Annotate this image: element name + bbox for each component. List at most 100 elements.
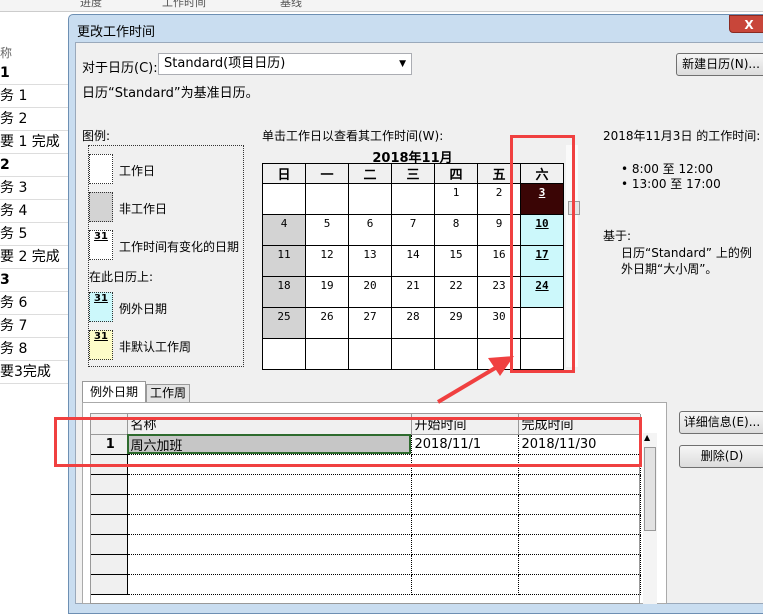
finish-date[interactable] xyxy=(518,554,641,575)
calendar-day[interactable]: 18 xyxy=(262,276,306,308)
time-range: 8:00 至 12:00 xyxy=(631,162,714,176)
bg-task-row: 要 2 完成 xyxy=(0,246,70,269)
highlight-exception-row xyxy=(54,417,642,467)
calendar-day[interactable]: 25 xyxy=(262,307,306,339)
calendar-day[interactable] xyxy=(262,338,306,370)
calendar-select[interactable]: Standard(项目日历) ▼ xyxy=(158,53,412,75)
table-row[interactable] xyxy=(91,534,641,555)
calendar-day[interactable] xyxy=(305,183,349,215)
bg-col-name: 称 xyxy=(0,46,13,60)
bg-task-row: 务 1 xyxy=(0,85,70,108)
table-row[interactable] xyxy=(91,474,641,495)
tab-work-weeks[interactable]: 工作周 xyxy=(146,384,190,403)
calendar-day[interactable]: 4 xyxy=(262,214,306,246)
start-date[interactable] xyxy=(411,534,519,555)
bg-task-row: 1 xyxy=(0,62,70,85)
calendar-day[interactable] xyxy=(305,338,349,370)
bg-task-row: 务 6 xyxy=(0,292,70,315)
finish-date[interactable] xyxy=(518,534,641,555)
calendar-day[interactable]: 22 xyxy=(434,276,478,308)
calendar-day[interactable]: 8 xyxy=(434,214,478,246)
close-button[interactable]: X xyxy=(729,15,763,33)
new-calendar-button[interactable]: 新建日历(N)... xyxy=(676,53,763,76)
scroll-up-icon[interactable]: ▲ xyxy=(644,433,650,442)
legend-nondefault-swatch: 31 xyxy=(89,330,113,360)
legend-exception-swatch: 31 xyxy=(89,292,113,322)
calendar-day[interactable]: 26 xyxy=(305,307,349,339)
bg-task-row: 要3完成 xyxy=(0,361,70,384)
calendar-day[interactable]: 6 xyxy=(348,214,392,246)
start-date[interactable] xyxy=(411,494,519,515)
legend-changed-swatch: 31 xyxy=(89,230,113,260)
bg-col-baseline: 基线 xyxy=(280,0,302,9)
weekday-header: 四 xyxy=(434,163,478,184)
calendar-day[interactable]: 1 xyxy=(434,183,478,215)
bg-task-row: 务 7 xyxy=(0,315,70,338)
finish-date[interactable] xyxy=(518,574,641,595)
calendar-day[interactable] xyxy=(262,183,306,215)
bg-task-row: 2 xyxy=(0,154,70,177)
calendar-day[interactable]: 20 xyxy=(348,276,392,308)
bg-task-row: 务 4 xyxy=(0,200,70,223)
exception-name[interactable] xyxy=(127,534,412,555)
start-date[interactable] xyxy=(411,574,519,595)
calendar-day[interactable]: 5 xyxy=(305,214,349,246)
calendar-day[interactable]: 27 xyxy=(348,307,392,339)
arrow-head xyxy=(488,356,514,376)
calendar-day[interactable] xyxy=(348,338,392,370)
table-row[interactable] xyxy=(91,494,641,515)
table-row[interactable] xyxy=(91,514,641,535)
calendar-day[interactable]: 21 xyxy=(391,276,435,308)
table-row[interactable] xyxy=(91,554,641,575)
legend-nondefault-label: 非默认工作周 xyxy=(119,340,192,354)
legend-title: 图例: xyxy=(82,129,111,143)
calendar-day[interactable]: 7 xyxy=(391,214,435,246)
exception-name[interactable] xyxy=(127,554,412,575)
calendar-day[interactable]: 11 xyxy=(262,245,306,277)
calendar-day[interactable]: 29 xyxy=(434,307,478,339)
bg-task-row: 3 xyxy=(0,269,70,292)
calendar-label: 对于日历(C): xyxy=(82,61,158,76)
weekday-header: 一 xyxy=(305,163,349,184)
calendar-day[interactable] xyxy=(391,183,435,215)
start-date[interactable] xyxy=(411,514,519,535)
finish-date[interactable] xyxy=(518,474,641,495)
calendar-day[interactable]: 19 xyxy=(305,276,349,308)
bg-task-row: 要 1 完成 xyxy=(0,131,70,154)
bg-col-worktime: 工作时间 xyxy=(162,0,206,9)
calendar-day[interactable] xyxy=(348,183,392,215)
table-row[interactable] xyxy=(91,574,641,595)
weekday-header: 三 xyxy=(391,163,435,184)
highlight-saturday-column xyxy=(510,135,575,373)
bg-task-row: 务 3 xyxy=(0,177,70,200)
start-date[interactable] xyxy=(411,474,519,495)
working-times-list: • 8:00 至 12:00 • 13:00 至 17:00 xyxy=(621,162,721,192)
row-number xyxy=(91,494,128,515)
exception-name[interactable] xyxy=(127,474,412,495)
calendar-day[interactable]: 14 xyxy=(391,245,435,277)
legend-nonworking-swatch xyxy=(89,192,113,222)
table-scrollbar[interactable]: ▲ xyxy=(643,433,657,604)
exception-name[interactable] xyxy=(127,574,412,595)
legend-changed-label: 工作时间有变化的日期 xyxy=(119,240,240,254)
finish-date[interactable] xyxy=(518,514,641,535)
calendar-day[interactable]: 12 xyxy=(305,245,349,277)
calendar-day[interactable]: 15 xyxy=(434,245,478,277)
finish-date[interactable] xyxy=(518,494,641,515)
calendar-select-value: Standard(项目日历) xyxy=(164,56,286,71)
row-number xyxy=(91,474,128,495)
working-time-item: • 13:00 至 17:00 xyxy=(621,177,721,191)
start-date[interactable] xyxy=(411,554,519,575)
scrollbar-thumb[interactable] xyxy=(644,447,656,531)
exception-name[interactable] xyxy=(127,514,412,535)
calendar-day[interactable]: 28 xyxy=(391,307,435,339)
chevron-down-icon: ▼ xyxy=(399,59,406,69)
delete-button[interactable]: 删除(D) xyxy=(679,445,763,468)
tab-exceptions[interactable]: 例外日期 xyxy=(82,381,146,403)
click-hint: 单击工作日以查看其工作时间(W): xyxy=(262,129,444,143)
calendar-day[interactable]: 13 xyxy=(348,245,392,277)
arrow-shaft xyxy=(436,362,504,404)
calendar-day[interactable] xyxy=(391,338,435,370)
exception-name[interactable] xyxy=(127,494,412,515)
details-button[interactable]: 详细信息(E)... xyxy=(679,411,763,434)
